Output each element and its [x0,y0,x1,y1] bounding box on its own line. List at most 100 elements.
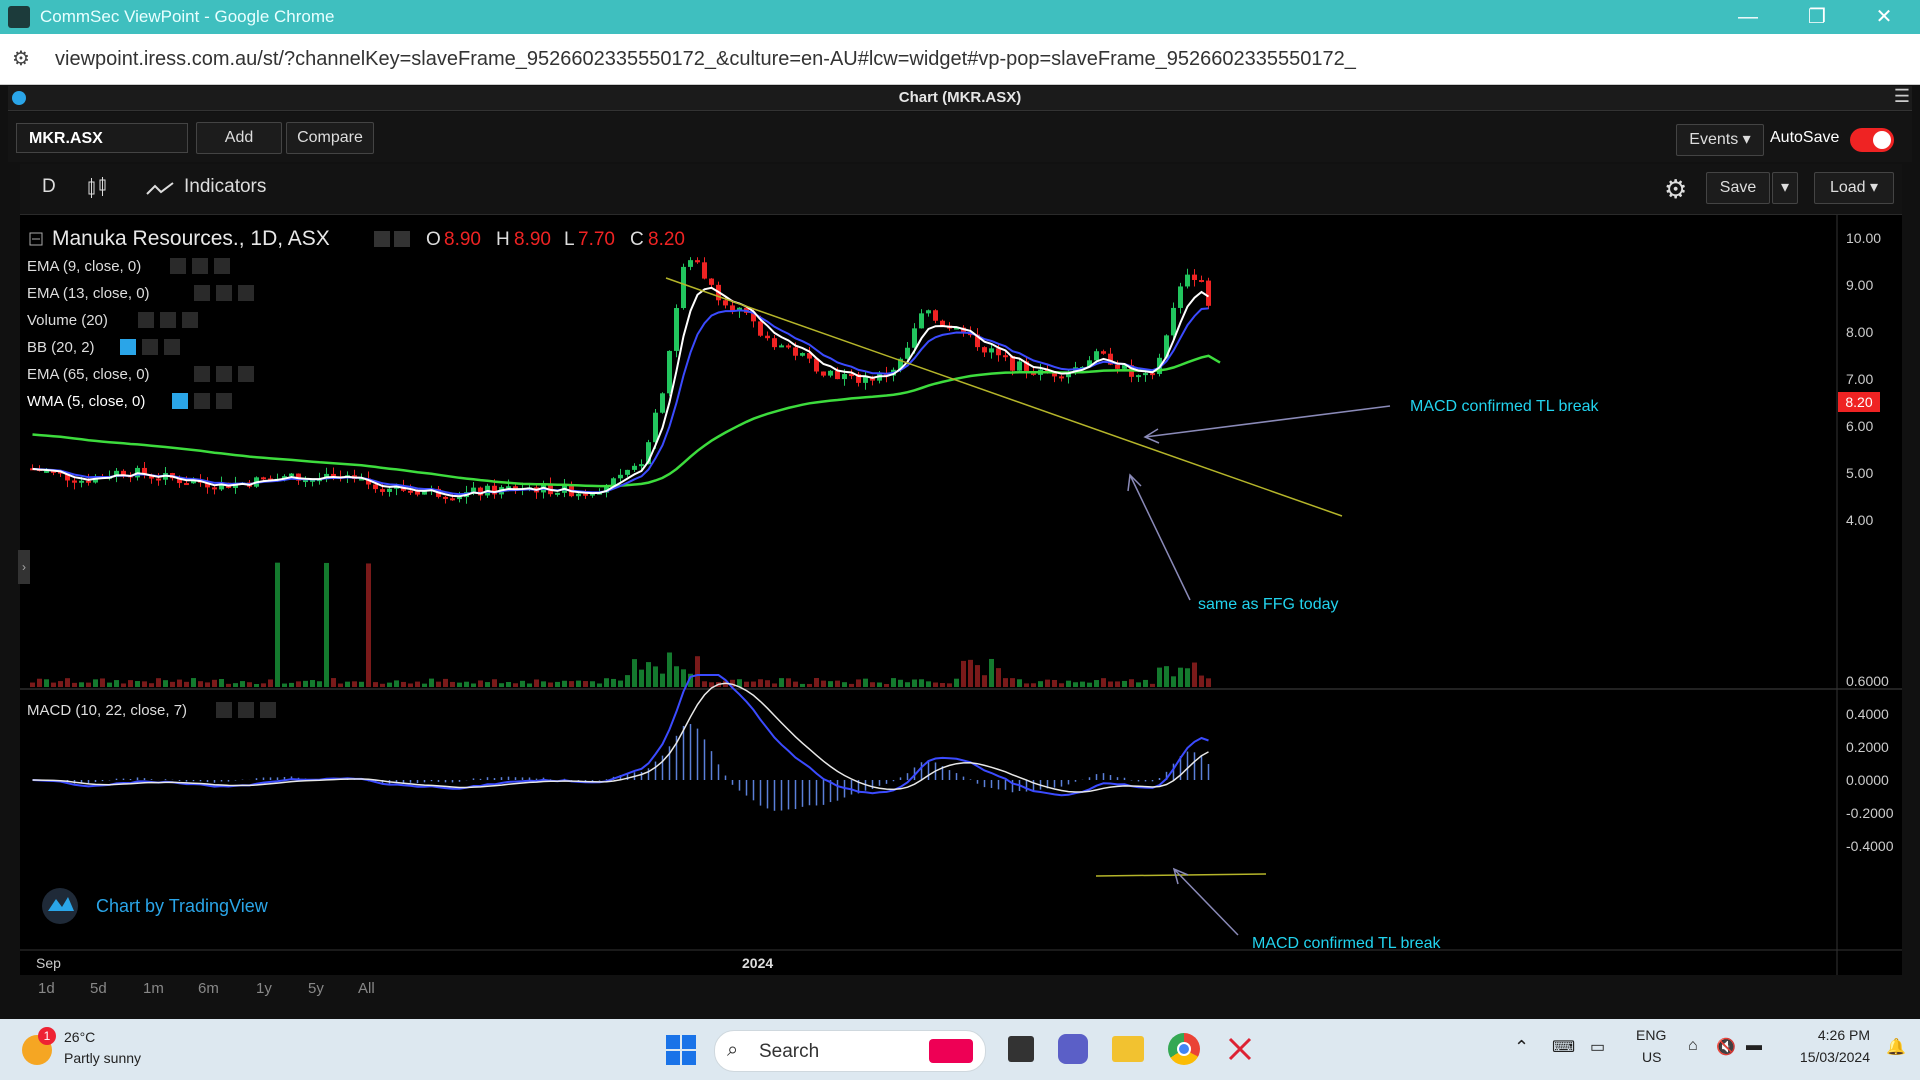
language-label[interactable]: ENG [1636,1027,1666,1043]
expand-handle[interactable]: › [18,550,30,584]
tray-chevron-icon[interactable]: ⌃ [1514,1037,1529,1058]
volume-bar [86,682,91,687]
price-axis-label: 8.00 [1846,324,1873,340]
autosave-toggle[interactable] [1850,128,1894,152]
volume-bar [1199,675,1204,687]
candle-body [688,260,693,267]
candle-body [408,490,413,493]
clock-time[interactable]: 4:26 PM [1796,1027,1870,1043]
candle-body [1150,373,1155,376]
app-icon [8,6,30,28]
indicators-button[interactable]: Indicators [184,176,266,198]
touchpad-icon[interactable]: ▭ [1590,1037,1605,1057]
save-options-dropdown[interactable]: ▾ [1772,172,1798,204]
region-label[interactable]: US [1642,1049,1661,1065]
range-1m[interactable]: 1m [143,980,164,997]
close-button[interactable]: ✕ [1862,4,1906,30]
start-windows-icon[interactable] [666,1035,696,1065]
volume-bar [233,683,238,687]
chrome-icon[interactable] [1168,1033,1200,1065]
volume-bar [1206,678,1211,687]
volume-muted-icon[interactable]: 🔇 [1716,1037,1736,1057]
save-button[interactable]: Save [1706,172,1770,204]
volume-bar [387,682,392,687]
indicator-icon [142,339,158,355]
interval-button[interactable]: D [42,176,56,198]
indicator-icon [120,339,136,355]
macd-label: MACD (10, 22, close, 7) [27,702,187,719]
close-label: C [630,229,644,250]
volume-bar [443,678,448,687]
network-icon[interactable]: ⌂ [1688,1037,1698,1055]
indicator-icon [172,393,188,409]
restore-button[interactable]: ❐ [1795,4,1839,30]
candle-body [772,338,777,348]
volume-bar [667,652,672,687]
taskbar-search[interactable]: ⌕ Search [714,1030,986,1072]
minimize-button[interactable]: — [1726,4,1770,30]
events-dropdown[interactable]: Events ▾ [1676,124,1764,156]
search-highlight-icon [929,1039,973,1063]
task-view-icon[interactable] [1008,1036,1034,1062]
candle-body [982,347,987,353]
volume-bar [1073,682,1078,687]
volume-bar [765,680,770,687]
volume-bar [163,680,168,687]
price-axis-label: 4.00 [1846,512,1873,528]
volume-bar [807,683,812,687]
ema65-line [32,354,1221,488]
candle-body [863,377,868,383]
volume-bar [1080,681,1085,687]
volume-bar [58,681,63,687]
volume-bar [632,659,637,687]
panel-menu-icon[interactable]: ☰ [1894,86,1910,107]
range-1d[interactable]: 1d [38,980,55,997]
range-5y[interactable]: 5y [308,980,324,997]
volume-bar [450,681,455,687]
volume-bar [289,682,294,687]
range-all[interactable]: All [358,980,375,997]
indicator-label: EMA (13, close, 0) [27,285,150,302]
volume-bar [401,681,406,687]
settings-icon[interactable]: ⚙ [1664,174,1687,205]
macd-axis-label: 0.6000 [1846,673,1889,689]
candle-body [1192,274,1197,280]
symbol-input[interactable]: MKR.ASX [16,123,188,153]
clock-date[interactable]: 15/03/2024 [1786,1049,1870,1065]
indicator-label: Volume (20) [27,312,108,329]
indicators-icon[interactable] [146,180,174,204]
volume-bar [933,682,938,687]
snipping-tool-icon[interactable] [1226,1035,1254,1063]
volume-bar [569,681,574,687]
candle-body [1101,351,1106,354]
price-chart[interactable]: MACD confirmed TL break same as FFG toda… [20,183,1902,975]
add-button[interactable]: Add [196,122,282,154]
volume-bar [1101,678,1106,687]
indicator-icon [160,312,176,328]
teams-icon[interactable] [1058,1034,1088,1064]
time-axis-label: Sep [36,955,61,971]
volume-bar [380,683,385,687]
compare-button[interactable]: Compare [286,122,374,154]
url-text[interactable]: viewpoint.iress.com.au/st/?channelKey=sl… [55,48,1356,71]
range-1y[interactable]: 1y [256,980,272,997]
window-titlebar: CommSec ViewPoint - Google Chrome — ❐ ✕ [0,0,1920,34]
keyboard-icon[interactable]: ⌨ [1552,1037,1575,1057]
range-6m[interactable]: 6m [198,980,219,997]
site-settings-icon[interactable]: ⚙ [12,46,38,72]
volume-bar [366,563,371,687]
battery-icon[interactable]: ▬ [1746,1037,1762,1055]
indicator-icon [138,312,154,328]
macd-axis-label: -0.2000 [1846,805,1894,821]
volume-bar [926,681,931,687]
volume-bar [870,682,875,687]
chart-area[interactable]: MACD confirmed TL break same as FFG toda… [20,183,1902,995]
load-dropdown[interactable]: Load ▾ [1814,172,1894,204]
candles-icon[interactable] [86,176,108,206]
candle-body [786,345,791,348]
file-explorer-icon[interactable] [1112,1036,1144,1062]
notification-bell-icon[interactable]: 🔔 [1886,1037,1906,1057]
annotation-arrow [1173,868,1239,936]
range-5d[interactable]: 5d [90,980,107,997]
candle-body [576,493,581,497]
